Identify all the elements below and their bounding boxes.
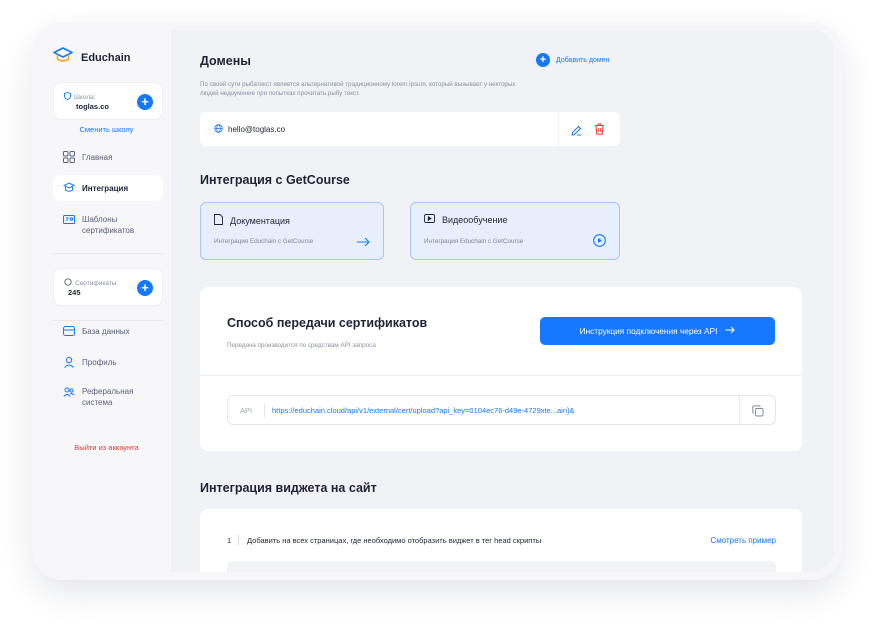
domain-row: hello@toglas.co: [200, 112, 620, 146]
sidebar-item-database[interactable]: База данных: [53, 318, 163, 344]
globe-icon: [214, 124, 223, 135]
graduation-cap-icon: [53, 46, 73, 69]
divider: [558, 112, 559, 146]
referral-icon: [63, 386, 75, 398]
template-icon: [63, 214, 75, 226]
tile-title: Документация: [230, 215, 290, 226]
step-text: Добавить на всех страницах, где необходи…: [247, 536, 542, 545]
widget-title: Интеграция виджета на сайт: [200, 481, 377, 495]
tile-title: Видеообучение: [442, 214, 508, 225]
sidebar-item-label: База данных: [82, 326, 130, 336]
school-value: toglas.co: [76, 102, 109, 111]
api-instructions-button[interactable]: Инструкция подключения через API: [540, 317, 775, 345]
play-icon: [593, 234, 606, 252]
domain-value: hello@toglas.co: [228, 125, 286, 134]
logout-link[interactable]: Выйти из аккаунта: [40, 443, 173, 452]
copy-icon[interactable]: [752, 404, 764, 422]
document-icon: [214, 214, 223, 227]
logo[interactable]: Educhain: [53, 46, 131, 69]
shield-icon: [64, 92, 71, 102]
trash-icon[interactable]: [594, 122, 605, 140]
sidebar-item-templates[interactable]: Шаблоны сертификатов: [53, 208, 163, 240]
integration-title: Интеграция с GetCourse: [200, 173, 350, 187]
logo-text: Educhain: [81, 51, 131, 64]
transfer-title: Способ передачи сертификатов: [227, 316, 428, 330]
arrow-right-icon: [725, 326, 736, 336]
sidebar-item-label: Реферальная система: [82, 387, 134, 407]
sidebar-item-label: Шаблоны сертификатов: [82, 215, 135, 235]
video-tutorial-tile[interactable]: Видеообучение Интеграция Educhain с GetC…: [410, 202, 620, 260]
sidebar: Educhain Школа: toglas.co + Сменить школ…: [40, 30, 173, 572]
certificates-card: Сертификаты: 245 +: [53, 268, 163, 306]
sidebar-item-label: Главная: [82, 152, 113, 162]
divider: [200, 375, 802, 376]
code-box: [227, 561, 776, 572]
step-number: 1: [227, 536, 232, 545]
main-content: Домены + Добавить домен По своей сути ры…: [174, 30, 834, 572]
api-url-field[interactable]: API https://educhain.cloud/api/v1/extern…: [227, 395, 776, 425]
add-domain-label: Добавить домен: [556, 56, 610, 64]
documentation-tile[interactable]: Документация Интеграция Educhain с GetCo…: [200, 202, 384, 260]
pencil-icon[interactable]: [571, 123, 582, 141]
grid-icon: [63, 151, 75, 163]
sidebar-item-home[interactable]: Главная: [53, 144, 163, 170]
plus-icon: +: [536, 53, 550, 67]
api-button-label: Инструкция подключения через API: [579, 326, 718, 336]
school-label: Школа:: [74, 93, 96, 101]
api-url: https://educhain.cloud/api/v1/external/c…: [272, 406, 575, 415]
badge-icon: [64, 278, 72, 288]
tile-subtitle: Интеграция Educhain с GetCourse: [424, 238, 524, 245]
divider: [739, 396, 740, 424]
tile-subtitle: Интеграция Educhain с GetCourse: [214, 238, 314, 245]
school-card: Школа: toglas.co +: [53, 82, 163, 120]
view-example-link[interactable]: Смотреть пример: [710, 536, 776, 545]
arrow-right-icon: [356, 234, 370, 252]
api-label: API: [240, 406, 253, 415]
sidebar-item-referral[interactable]: Реферальная система: [53, 380, 163, 412]
sidebar-item-label: Профиль: [82, 357, 117, 367]
domains-title: Домены: [200, 54, 251, 68]
sidebar-item-profile[interactable]: Профиль: [53, 349, 163, 375]
database-icon: [63, 325, 75, 337]
video-icon: [424, 214, 435, 225]
integration-icon: [63, 182, 75, 194]
add-domain-button[interactable]: + Добавить домен: [536, 53, 609, 67]
sidebar-item-integration[interactable]: Интеграция: [53, 175, 163, 201]
user-icon: [63, 356, 75, 368]
certificates-value: 245: [68, 288, 81, 297]
transfer-subtitle: Передача производится по средствам API з…: [227, 342, 376, 349]
certificates-label: Сертификаты:: [75, 279, 119, 287]
add-school-button[interactable]: +: [137, 94, 153, 110]
divider: [53, 253, 163, 254]
add-certificates-button[interactable]: +: [137, 280, 153, 296]
widget-panel: 1 Добавить на всех страницах, где необхо…: [200, 509, 802, 572]
sidebar-item-label: Интеграция: [82, 183, 129, 193]
app-window: Educhain Школа: toglas.co + Сменить школ…: [40, 30, 834, 572]
change-school-link[interactable]: Сменить школу: [40, 125, 173, 134]
divider: [238, 535, 239, 545]
divider: [264, 404, 265, 417]
domains-description: По своей сути рыбатекст является альтерн…: [200, 81, 516, 97]
transfer-panel: Способ передачи сертификатов Передача пр…: [200, 287, 802, 451]
